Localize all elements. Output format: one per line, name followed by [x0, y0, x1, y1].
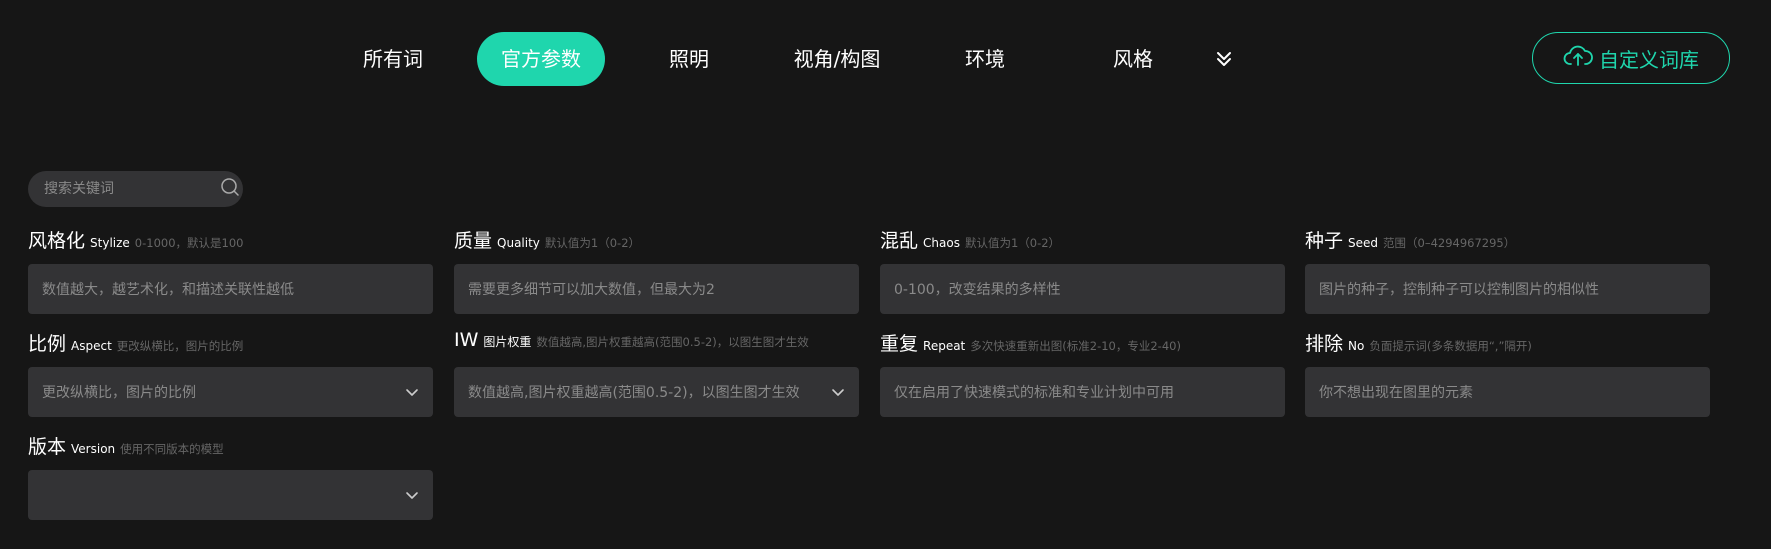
quality-placeholder: 需要更多细节可以加大数值，但最大为2 [468, 282, 715, 298]
search-bar [28, 171, 243, 207]
field-no: 排除 No 负面提示词(多条数据用“,”隔开) 你不想出现在图里的元素 [1305, 329, 1710, 417]
version-select[interactable] [28, 470, 433, 520]
field-subtitle: Aspect [71, 339, 112, 353]
cloud-upload-icon [1563, 44, 1593, 73]
repeat-placeholder: 仅在启用了快速模式的标准和专业计划中可用 [894, 385, 1174, 401]
field-subtitle: Quality [497, 236, 540, 250]
field-hint: 默认值为1（0-2） [964, 236, 1061, 250]
field-version: 版本 Version 使用不同版本的模型 [28, 432, 433, 520]
field-subtitle: Stylize [90, 236, 130, 250]
tab-view-composition[interactable]: 视角/构图 [794, 32, 881, 86]
field-hint: 范围（0–4294967295） [1383, 236, 1516, 250]
field-aspect: 比例 Aspect 更改纵横比，图片的比例 更改纵横比，图片的比例 [28, 329, 433, 417]
search-input[interactable] [42, 180, 220, 198]
double-chevron-down-icon[interactable] [1214, 49, 1234, 69]
seed-placeholder: 图片的种子，控制种子可以控制图片的相似性 [1319, 282, 1599, 298]
field-hint: 使用不同版本的模型 [120, 442, 224, 456]
search-icon[interactable] [220, 177, 240, 201]
field-quality: 质量 Quality 默认值为1（0-2） 需要更多细节可以加大数值，但最大为2 [454, 226, 859, 314]
chaos-input[interactable]: 0-100，改变结果的多样性 [880, 264, 1285, 314]
seed-input[interactable]: 图片的种子，控制种子可以控制图片的相似性 [1305, 264, 1710, 314]
field-title: 重复 [880, 333, 919, 355]
chevron-down-icon [832, 389, 844, 396]
field-stylize: 风格化 Stylize 0-1000，默认是100 数值越大，越艺术化，和描述关联性… [28, 226, 433, 314]
top-nav: 所有词 官方参数 照明 视角/构图 环境 风格 [0, 32, 1771, 86]
field-hint: 负面提示词(多条数据用“,”隔开) [1369, 339, 1532, 353]
field-image-weight: IW 图片权重 数值越高,图片权重越高(范围0.5-2)，以图生图才生效 数值越高,… [454, 329, 859, 417]
field-subtitle: No [1348, 339, 1365, 353]
aspect-select[interactable]: 更改纵横比，图片的比例 [28, 367, 433, 417]
field-title: 风格化 [28, 230, 86, 252]
chaos-placeholder: 0-100，改变结果的多样性 [894, 282, 1061, 298]
field-hint: 多次快速重新出图(标准2-10，专业2-40) [970, 339, 1181, 353]
tab-all-words[interactable]: 所有词 [363, 32, 423, 86]
field-subtitle: Repeat [923, 339, 966, 353]
field-hint: 默认值为1（0-2） [544, 236, 641, 250]
tab-style[interactable]: 风格 [1113, 32, 1153, 86]
field-hint: 更改纵横比，图片的比例 [116, 339, 244, 353]
quality-input[interactable]: 需要更多细节可以加大数值，但最大为2 [454, 264, 859, 314]
field-subtitle: Chaos [923, 236, 960, 250]
tab-lighting[interactable]: 照明 [669, 32, 709, 86]
field-title: 比例 [28, 333, 67, 355]
field-title: 种子 [1305, 230, 1344, 252]
chevron-down-icon [406, 492, 418, 499]
field-title: 排除 [1305, 333, 1344, 355]
field-subtitle: 图片权重 [483, 335, 532, 349]
tab-environment[interactable]: 环境 [965, 32, 1005, 86]
stylize-input[interactable]: 数值越大，越艺术化，和描述关联性越低 [28, 264, 433, 314]
image-weight-placeholder: 数值越高,图片权重越高(范围0.5-2)，以图生图才生效 [468, 385, 800, 401]
custom-library-button[interactable]: 自定义词库 [1532, 32, 1730, 84]
image-weight-select[interactable]: 数值越高,图片权重越高(范围0.5-2)，以图生图才生效 [454, 367, 859, 417]
aspect-placeholder: 更改纵横比，图片的比例 [42, 385, 196, 401]
field-title: 混乱 [880, 230, 919, 252]
repeat-input[interactable]: 仅在启用了快速模式的标准和专业计划中可用 [880, 367, 1285, 417]
field-repeat: 重复 Repeat 多次快速重新出图(标准2-10，专业2-40) 仅在启用了快速模… [880, 329, 1285, 417]
no-placeholder: 你不想出现在图里的元素 [1319, 385, 1473, 401]
tab-official-params[interactable]: 官方参数 [477, 32, 605, 86]
field-subtitle: Seed [1348, 236, 1379, 250]
field-title: IW [454, 329, 479, 351]
stylize-placeholder: 数值越大，越艺术化，和描述关联性越低 [42, 282, 294, 298]
field-hint: 0-1000，默认是100 [134, 236, 244, 250]
field-seed: 种子 Seed 范围（0–4294967295） 图片的种子，控制种子可以控制图片的… [1305, 226, 1710, 314]
field-subtitle: Version [71, 442, 116, 456]
field-hint: 数值越高,图片权重越高(范围0.5-2)，以图生图才生效 [536, 335, 809, 349]
no-input[interactable]: 你不想出现在图里的元素 [1305, 367, 1710, 417]
field-title: 版本 [28, 436, 67, 458]
field-chaos: 混乱 Chaos 默认值为1（0-2） 0-100，改变结果的多样性 [880, 226, 1285, 314]
custom-library-label: 自定义词库 [1599, 47, 1699, 72]
field-title: 质量 [454, 230, 493, 252]
chevron-down-icon [406, 389, 418, 396]
